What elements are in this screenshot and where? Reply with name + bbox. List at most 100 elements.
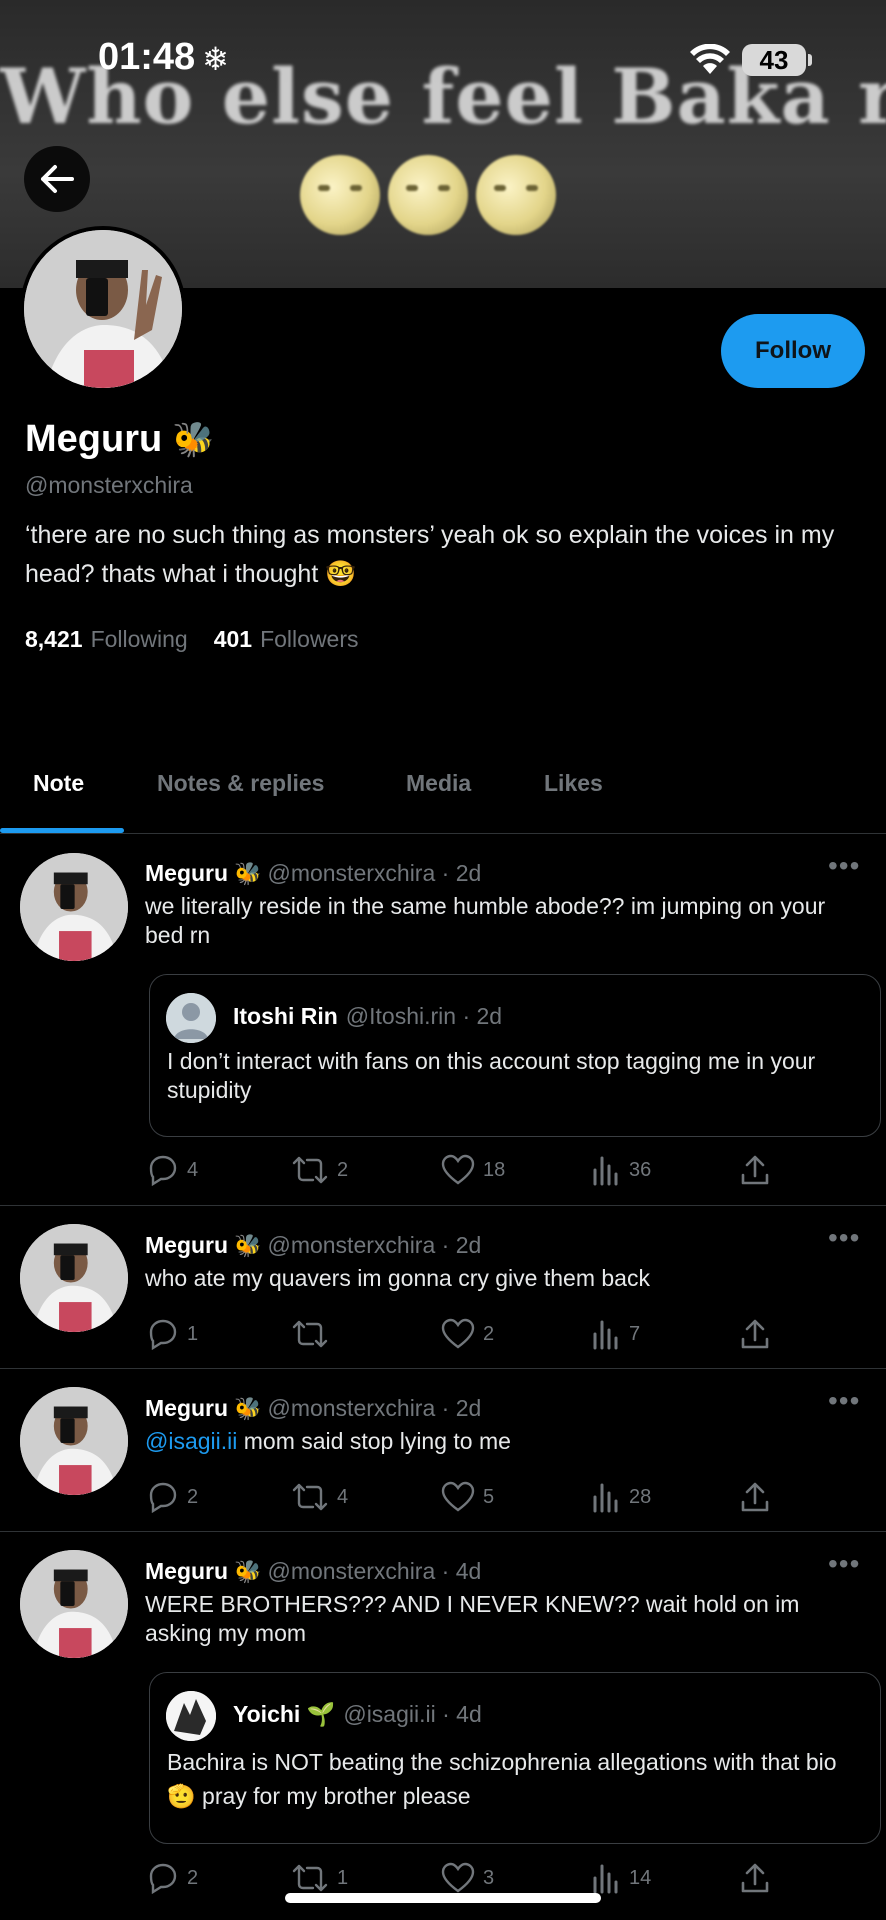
post-header: Meguru 🐝 @monsterxchira · 2d <box>145 860 481 887</box>
views-button[interactable]: 14 <box>591 1862 651 1894</box>
moon-face-icon <box>476 155 556 235</box>
following-link[interactable]: 8,421 Following <box>25 626 188 653</box>
back-button[interactable] <box>24 146 90 212</box>
bee-icon: 🐝 <box>234 860 262 886</box>
battery-indicator: 43 <box>742 44 806 76</box>
repost-icon <box>292 1864 328 1892</box>
reply-button[interactable]: 2 <box>145 1481 198 1513</box>
moon-face-icon <box>300 155 380 235</box>
more-icon[interactable]: ••• <box>828 850 860 882</box>
views-button[interactable]: 7 <box>591 1318 640 1350</box>
more-icon[interactable]: ••• <box>828 1385 860 1417</box>
profile-name: Meguru 🐝 <box>25 418 215 461</box>
heart-icon <box>441 1862 475 1893</box>
profile-bio: ‘there are no such thing as monsters’ ye… <box>25 521 835 588</box>
post-author[interactable]: Meguru <box>145 1558 228 1585</box>
reply-button[interactable]: 4 <box>145 1154 198 1186</box>
views-icon <box>593 1320 618 1350</box>
post-avatar[interactable] <box>20 853 128 961</box>
post-meta: @monsterxchira · 2d <box>267 1395 482 1421</box>
banner-emoji-row <box>300 155 556 235</box>
post-actions: 4 2 18 36 <box>145 1154 785 1190</box>
followers-link[interactable]: 401 Followers <box>214 626 359 653</box>
repost-icon <box>292 1320 328 1348</box>
like-button[interactable]: 18 <box>441 1154 505 1186</box>
share-button[interactable] <box>740 1318 770 1350</box>
share-icon <box>741 1155 769 1185</box>
profile-handle: @monsterxchira <box>25 472 193 498</box>
wifi-icon <box>690 44 730 74</box>
post-text: @isagii.ii mom said stop lying to me <box>145 1428 511 1454</box>
more-icon[interactable]: ••• <box>828 1222 860 1254</box>
quoted-post[interactable]: Itoshi Rin @Itoshi.rin · 2d I don’t inte… <box>149 974 881 1137</box>
moon-face-icon <box>388 155 468 235</box>
reply-icon <box>149 1155 177 1186</box>
bee-icon: 🐝 <box>172 420 215 459</box>
repost-button[interactable]: 4 <box>291 1481 348 1513</box>
repost-icon <box>292 1483 328 1511</box>
repost-button[interactable]: 2 <box>291 1154 348 1186</box>
post-header: Meguru 🐝 @monsterxchira · 2d <box>145 1232 481 1259</box>
post-meta: @monsterxchira · 4d <box>267 1558 482 1584</box>
like-button[interactable]: 3 <box>441 1862 494 1894</box>
quoted-avatar <box>166 993 216 1043</box>
mention-link[interactable]: @isagii.ii <box>145 1428 237 1454</box>
repost-button[interactable] <box>291 1318 337 1350</box>
post-avatar[interactable] <box>20 1387 128 1495</box>
quoted-meta: @Itoshi.rin · 2d <box>345 1003 503 1029</box>
post-meta: @monsterxchira · 2d <box>267 860 482 886</box>
quoted-header: Yoichi 🌱 @isagii.ii · 4d <box>233 1701 482 1728</box>
tab-notes-replies[interactable]: Notes & replies <box>157 770 324 797</box>
quoted-meta: @isagii.ii · 4d <box>343 1701 482 1727</box>
reply-icon <box>149 1863 177 1894</box>
post-header: Meguru 🐝 @monsterxchira · 4d <box>145 1558 481 1585</box>
share-icon <box>741 1319 769 1349</box>
quoted-author: Itoshi Rin <box>233 1003 338 1029</box>
repost-button[interactable]: 1 <box>291 1862 348 1894</box>
tab-likes[interactable]: Likes <box>544 770 603 797</box>
views-button[interactable]: 36 <box>591 1154 651 1186</box>
post-header: Meguru 🐝 @monsterxchira · 2d <box>145 1395 481 1422</box>
reply-icon <box>149 1482 177 1513</box>
post-item[interactable]: Meguru 🐝 @monsterxchira · 2d ••• @isagii… <box>0 1368 886 1531</box>
tab-note[interactable]: Note <box>33 770 84 797</box>
views-button[interactable]: 28 <box>591 1481 651 1513</box>
reply-icon <box>149 1319 177 1350</box>
heart-icon <box>441 1318 475 1349</box>
profile-tabs: Note Notes & replies Media Likes <box>0 748 886 834</box>
bee-icon: 🐝 <box>234 1232 262 1258</box>
bee-icon: 🐝 <box>234 1395 262 1421</box>
like-button[interactable]: 5 <box>441 1481 494 1513</box>
post-author[interactable]: Meguru <box>145 860 228 887</box>
post-item[interactable]: Meguru 🐝 @monsterxchira · 2d ••• we lite… <box>0 833 886 1205</box>
like-button[interactable]: 2 <box>441 1318 494 1350</box>
quoted-avatar <box>166 1691 216 1741</box>
post-author[interactable]: Meguru <box>145 1232 228 1259</box>
profile-avatar[interactable] <box>20 226 186 392</box>
share-icon <box>741 1863 769 1893</box>
tab-media[interactable]: Media <box>406 770 471 797</box>
post-avatar[interactable] <box>20 1550 128 1658</box>
post-text: we literally reside in the same humble a… <box>145 893 826 948</box>
follow-button[interactable]: Follow <box>721 314 865 388</box>
share-icon <box>741 1482 769 1512</box>
post-text: WERE BROTHERS??? AND I NEVER KNEW?? wait… <box>145 1591 800 1646</box>
post-item[interactable]: Meguru 🐝 @monsterxchira · 4d ••• WERE BR… <box>0 1531 886 1920</box>
quoted-post[interactable]: Yoichi 🌱 @isagii.ii · 4d Bachira is NOT … <box>149 1672 881 1844</box>
post-author[interactable]: Meguru <box>145 1395 228 1422</box>
share-button[interactable] <box>740 1481 770 1513</box>
post-item[interactable]: Meguru 🐝 @monsterxchira · 2d ••• who ate… <box>0 1205 886 1368</box>
heart-icon <box>441 1481 475 1512</box>
arrow-left-icon <box>41 165 74 193</box>
reply-button[interactable]: 2 <box>145 1862 198 1894</box>
quoted-author: Yoichi 🌱 <box>233 1701 336 1727</box>
post-avatar[interactable] <box>20 1224 128 1332</box>
reply-button[interactable]: 1 <box>145 1318 198 1350</box>
bee-icon: 🐝 <box>234 1558 262 1584</box>
post-actions: 2 4 5 28 <box>145 1481 785 1517</box>
share-button[interactable] <box>740 1862 770 1894</box>
home-indicator[interactable] <box>285 1893 601 1903</box>
share-button[interactable] <box>740 1154 770 1186</box>
post-meta: @monsterxchira · 2d <box>267 1232 482 1258</box>
more-icon[interactable]: ••• <box>828 1548 860 1580</box>
